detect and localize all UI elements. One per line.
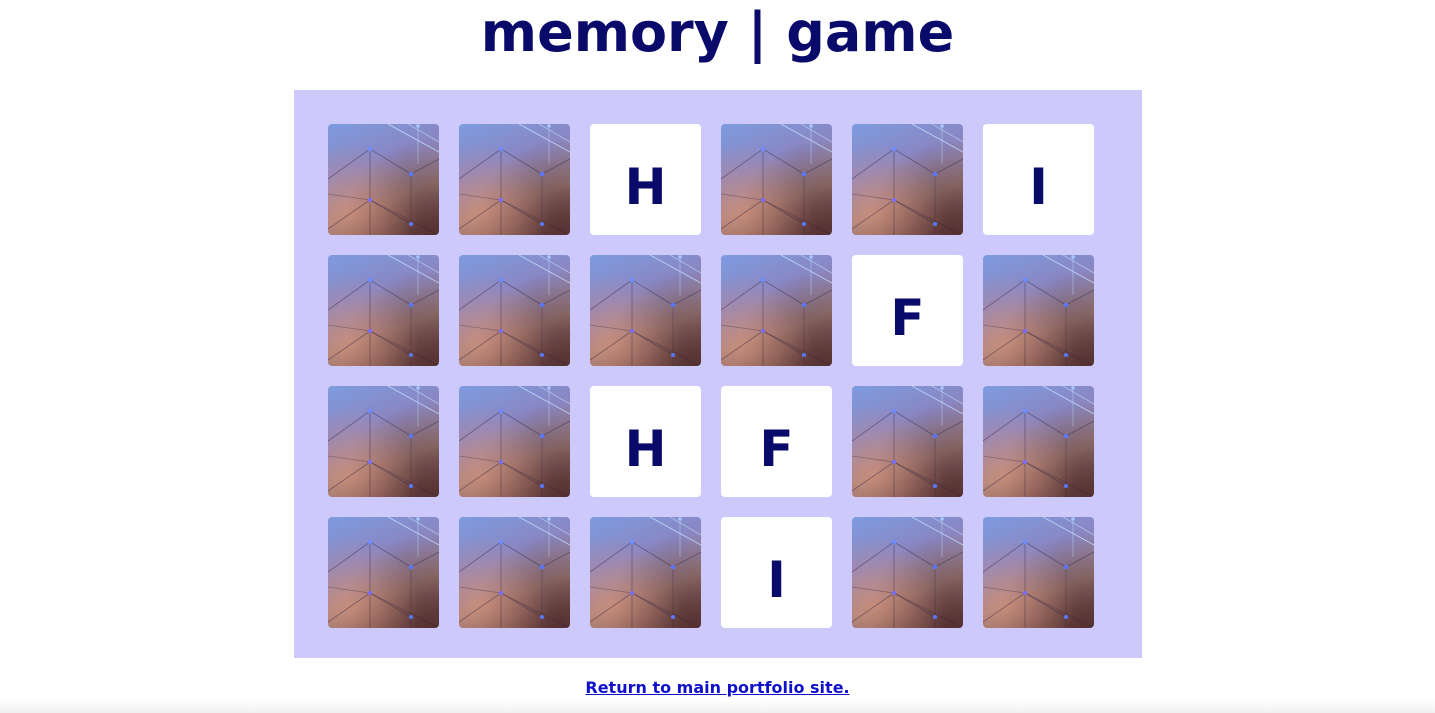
card-back-pattern-icon <box>328 124 439 235</box>
card-back-pattern-icon <box>328 255 439 366</box>
card-letter: I <box>767 550 786 609</box>
memory-card-hidden[interactable] <box>328 124 439 235</box>
card-letter: F <box>759 419 794 478</box>
memory-card-hidden[interactable] <box>983 386 1094 497</box>
page: memory | game H I F H F I Return to main port… <box>0 0 1435 713</box>
game-board: H I F H F I <box>294 90 1142 658</box>
memory-card-revealed[interactable]: I <box>983 124 1094 235</box>
memory-card-revealed[interactable]: F <box>721 386 832 497</box>
memory-card-revealed[interactable]: H <box>590 386 701 497</box>
card-back-pattern-icon <box>983 386 1094 497</box>
memory-card-hidden[interactable] <box>852 517 963 628</box>
card-back-pattern-icon <box>852 124 963 235</box>
card-back-pattern-icon <box>590 517 701 628</box>
card-back-pattern-icon <box>459 386 570 497</box>
card-letter: H <box>624 157 667 216</box>
card-back-pattern-icon <box>459 124 570 235</box>
memory-card-hidden[interactable] <box>852 124 963 235</box>
page-title: memory | game <box>480 1 955 64</box>
card-letter: I <box>1029 157 1048 216</box>
card-back-pattern-icon <box>721 255 832 366</box>
memory-card-hidden[interactable] <box>328 386 439 497</box>
memory-card-hidden[interactable] <box>983 255 1094 366</box>
memory-card-hidden[interactable] <box>459 386 570 497</box>
card-back-pattern-icon <box>328 386 439 497</box>
card-back-pattern-icon <box>721 124 832 235</box>
memory-card-hidden[interactable] <box>459 124 570 235</box>
bottom-shade <box>0 700 1435 713</box>
card-back-pattern-icon <box>590 255 701 366</box>
memory-card-hidden[interactable] <box>590 255 701 366</box>
card-back-pattern-icon <box>459 517 570 628</box>
memory-card-hidden[interactable] <box>328 255 439 366</box>
card-back-pattern-icon <box>459 255 570 366</box>
memory-card-hidden[interactable] <box>852 386 963 497</box>
card-letter: H <box>624 419 667 478</box>
card-letter: F <box>890 288 925 347</box>
return-portfolio-link[interactable]: Return to main portfolio site. <box>0 678 1435 697</box>
card-back-pattern-icon <box>852 517 963 628</box>
memory-card-hidden[interactable] <box>459 517 570 628</box>
card-back-pattern-icon <box>328 517 439 628</box>
memory-card-revealed[interactable]: H <box>590 124 701 235</box>
card-back-pattern-icon <box>983 517 1094 628</box>
memory-card-hidden[interactable] <box>721 255 832 366</box>
memory-card-revealed[interactable]: I <box>721 517 832 628</box>
memory-card-revealed[interactable]: F <box>852 255 963 366</box>
card-back-pattern-icon <box>852 386 963 497</box>
memory-card-hidden[interactable] <box>721 124 832 235</box>
card-back-pattern-icon <box>983 255 1094 366</box>
memory-card-hidden[interactable] <box>459 255 570 366</box>
memory-card-hidden[interactable] <box>590 517 701 628</box>
memory-card-hidden[interactable] <box>328 517 439 628</box>
memory-card-hidden[interactable] <box>983 517 1094 628</box>
